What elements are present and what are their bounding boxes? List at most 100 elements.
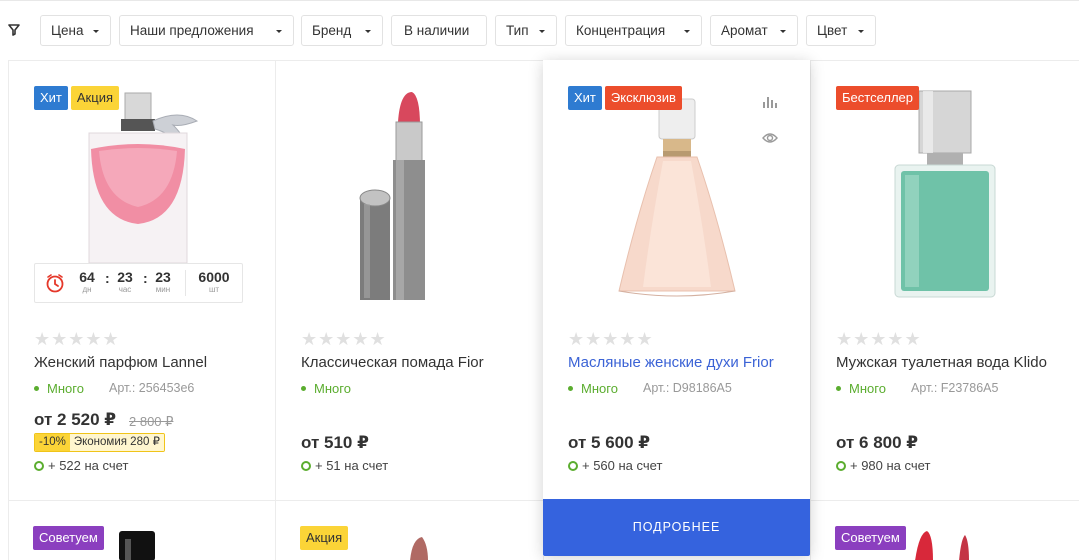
top-divider: [0, 0, 1079, 1]
badge-group: Хит Эксклюзив: [568, 86, 682, 110]
product-image[interactable]: [907, 529, 977, 560]
chevron-down-icon: [780, 30, 786, 33]
bonus-points: + 522 на счет: [34, 458, 128, 473]
perfume-lannel-image[interactable]: [69, 89, 249, 269]
badge-hit: Хит: [34, 86, 68, 110]
filter-type[interactable]: Тип: [495, 15, 557, 46]
details-button[interactable]: ПОДРОБНЕЕ: [543, 499, 810, 556]
timer-unit: шт: [208, 285, 220, 294]
badge-recommend: Советуем: [835, 526, 906, 550]
countdown-timer: 64 дн : 23 час : 23 мин 6000 шт: [34, 263, 243, 303]
chevron-down-icon: [858, 30, 864, 33]
badge-group: Советуем: [33, 526, 104, 550]
bonus-label: + 51 на счет: [315, 458, 389, 473]
bonus-icon: [836, 460, 846, 471]
product-card[interactable]: Советуем: [9, 501, 276, 560]
rating-stars[interactable]: ★★★★★: [836, 329, 922, 350]
filter-label: Аромат: [721, 23, 768, 38]
filter-brand[interactable]: Бренд: [301, 15, 383, 46]
badge-hit: Хит: [568, 86, 602, 110]
old-price: 2 800 ₽: [129, 414, 174, 429]
product-article: Арт.: 256453е6: [109, 381, 195, 395]
timer-value: 6000: [198, 269, 230, 285]
rating-stars[interactable]: ★★★★★: [568, 329, 654, 350]
rating-stars[interactable]: ★★★★★: [301, 329, 387, 350]
timer-value: 23: [117, 269, 133, 285]
badge-recommend: Советуем: [33, 526, 104, 550]
stock-label: Много: [47, 381, 84, 396]
stock-status: Много: [836, 381, 886, 396]
filter-icon[interactable]: [8, 24, 20, 36]
eau-de-toilette-klido-image[interactable]: [891, 89, 1001, 301]
stock-label: Много: [314, 381, 351, 396]
filter-label: Концентрация: [576, 23, 666, 38]
bonus-icon: [301, 460, 311, 471]
discount-savings: Экономия 280 ₽: [69, 434, 164, 451]
product-article: Арт.: F23786A5: [911, 381, 999, 395]
bonus-label: + 560 на счет: [582, 458, 663, 473]
rating-stars[interactable]: ★★★★★: [34, 329, 120, 350]
filter-bar: Цена Наши предложения Бренд В наличии Ти…: [0, 15, 1079, 46]
stock-status: Много: [301, 381, 351, 396]
product-title[interactable]: Женский парфюм Lannel: [34, 354, 207, 371]
badge-group: Акция: [300, 526, 349, 550]
product-image[interactable]: [117, 529, 157, 560]
filter-aroma[interactable]: Аромат: [710, 15, 798, 46]
product-image[interactable]: [404, 535, 434, 560]
timer-count: 6000 шт: [192, 269, 236, 294]
filter-color[interactable]: Цвет: [806, 15, 876, 46]
filter-label: Бренд: [312, 23, 352, 38]
timer-minutes: 23 мин: [152, 269, 174, 294]
product-card-hovered[interactable]: Хит Эксклюзив ★★★★★ Масляные женские дух…: [543, 60, 810, 556]
stock-dot-icon: [568, 386, 573, 392]
chevron-down-icon: [365, 30, 371, 33]
filter-price[interactable]: Цена: [40, 15, 111, 46]
chevron-down-icon: [539, 30, 545, 33]
filter-in-stock[interactable]: В наличии: [391, 15, 487, 46]
product-card[interactable]: Советуем: [811, 501, 1078, 560]
stock-status: Много: [568, 381, 618, 396]
timer-value: 23: [155, 269, 171, 285]
chevron-down-icon: [93, 30, 99, 33]
product-card[interactable]: Бестселлер ★★★★★ Мужская туалетная вода …: [811, 61, 1078, 500]
chevron-down-icon: [276, 30, 282, 33]
bonus-icon: [34, 460, 44, 471]
product-title[interactable]: Классическая помада Fior: [301, 354, 484, 371]
discount-badge: -10% Экономия 280 ₽: [34, 433, 165, 452]
product-title[interactable]: Масляные женские духи Frior: [568, 354, 774, 371]
filter-offers[interactable]: Наши предложения: [119, 15, 294, 46]
lipstick-fior-image[interactable]: [346, 86, 476, 301]
filter-concentration[interactable]: Концентрация: [565, 15, 702, 46]
stock-label: Много: [849, 381, 886, 396]
filter-label: Цвет: [817, 23, 848, 38]
compare-icon[interactable]: [762, 94, 778, 108]
product-card[interactable]: ★★★★★ Классическая помада Fior Много от …: [276, 61, 543, 500]
discount-percent: -10%: [35, 434, 70, 451]
product-price: от 6 800 ₽: [836, 433, 919, 452]
timer-divider: [185, 270, 186, 296]
quick-view-eye-icon[interactable]: [762, 132, 778, 144]
product-card[interactable]: Акция: [276, 501, 543, 560]
filter-label: Наши предложения: [130, 23, 254, 38]
filter-label: В наличии: [404, 23, 470, 38]
bonus-points: + 560 на счет: [568, 458, 662, 473]
product-price: от 510 ₽: [301, 433, 369, 452]
badge-sale: Акция: [70, 86, 119, 110]
product-price: от 5 600 ₽: [568, 433, 651, 452]
timer-unit: мин: [155, 285, 171, 294]
timer-separator: :: [143, 270, 148, 286]
stock-dot-icon: [34, 386, 39, 392]
perfume-frior-image[interactable]: [613, 95, 743, 300]
product-card[interactable]: Хит Акция 64 дн : 23 час : 23 мин 6000 шт ★★…: [9, 61, 276, 500]
bonus-label: + 522 на счет: [48, 458, 129, 473]
timer-value: 64: [79, 269, 95, 285]
bonus-label: + 980 на счет: [850, 458, 931, 473]
badge-group: Советуем: [835, 526, 906, 550]
product-title[interactable]: Мужская туалетная вода Klido: [836, 354, 1047, 371]
bonus-icon: [568, 460, 578, 471]
badge-bestseller: Бестселлер: [836, 86, 919, 110]
chevron-down-icon: [684, 30, 690, 33]
timer-days: 64 дн: [76, 269, 98, 294]
stock-label: Много: [581, 381, 618, 396]
badge-group: Хит Акция: [34, 86, 119, 110]
